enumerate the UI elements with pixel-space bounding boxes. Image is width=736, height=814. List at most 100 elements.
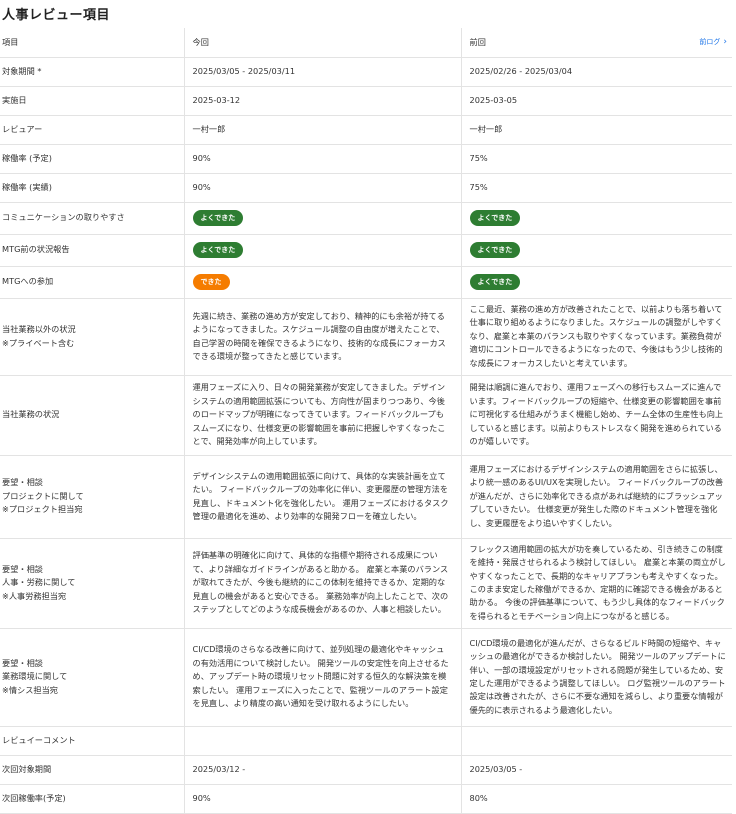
row-label: 当社業務以外の状況 ※プライベート含む [0, 298, 184, 376]
cell-text: 運用フェーズにおけるデザインシステムの適用範囲をさらに拡張し、より統一感のあるU… [469, 463, 724, 528]
row-label-line: 当社業務の状況 [2, 409, 60, 420]
row-label-line: ※情シス担当宛 [2, 684, 58, 695]
previous-value-cell: 開発は順調に進んでおり、運用フェーズへの移行もスムーズに進んでいます。フィードバ… [460, 375, 732, 456]
table-row: コミュニケーションの取りやすさ よくできた よくできた [0, 202, 732, 235]
table-row: レビュアー 一村一郎 一村一郎 [0, 115, 732, 145]
row-label-line: 当社業務以外の状況 [2, 324, 76, 335]
previous-value-cell: 一村一郎 [460, 115, 732, 145]
cell-text: デザインシステムの適用範囲拡張に向けて、具体的な実装計画を立てたい。 フィードバ… [192, 470, 449, 521]
cell-text: 90% [192, 152, 211, 163]
cell-text: 80% [469, 792, 488, 803]
review-table: 項目 今回 前回 前ログ › 対象期間 * 2025/03/05 - 2025/0… [0, 28, 732, 814]
current-value-cell: 2025/03/05 - 2025/03/11 [183, 57, 461, 87]
previous-log-label: 前ログ [699, 37, 721, 46]
table-row: 要望・相談 人事・労務に関して ※人事労務担当宛 評価基準の明確化に向けて、具体的な指… [0, 538, 732, 629]
previous-value-cell: 80% [460, 784, 732, 814]
row-label: 要望・相談 プロジェクトに関して ※プロジェクト担当宛 [0, 455, 184, 539]
cell-text: フレックス適用範囲の拡大が功を奏しているため、引き続きこの制度を維持・発展させら… [469, 543, 726, 621]
current-value-cell: 90% [183, 173, 461, 203]
current-value-cell: CI/CD環境のさらなる改善に向けて、並列処理の最適化やキャッシュの有効活用につ… [183, 628, 461, 727]
previous-value-cell: ここ最近、業務の進め方が改善されたことで、以前よりも落ち着いて仕事に取り組めるよ… [460, 298, 732, 376]
table-header-row: 項目 今回 前回 前ログ › [0, 28, 732, 58]
row-label-line: コミュニケーションの取りやすさ [2, 212, 125, 223]
cell-text: 運用フェーズに入り、日々の開発業務が安定してきました。デザインシステムの適用範囲… [192, 382, 446, 447]
rating-badge: よくできた [192, 242, 244, 258]
row-label-line: 要望・相談 [2, 657, 43, 668]
previous-value-cell: よくできた [460, 234, 732, 267]
previous-value-cell: 運用フェーズにおけるデザインシステムの適用範囲をさらに拡張し、より統一感のあるU… [460, 455, 732, 539]
rating-badge: よくできた [192, 210, 244, 226]
previous-value-cell: 75% [460, 173, 732, 203]
cell-text: 2025/03/12 - [192, 763, 246, 774]
cell-text: 75% [469, 152, 488, 163]
current-value-cell: 先週に続き、業務の進め方が安定しており、精神的にも余裕が持てるようになってきまし… [183, 298, 461, 376]
previous-value-cell: 2025-03-05 [460, 86, 732, 116]
previous-log-link[interactable]: 前ログ › [699, 36, 727, 49]
current-value-cell [183, 726, 461, 756]
row-label: 実施日 [0, 86, 184, 116]
row-label: 次回稼働率(予定) [0, 784, 184, 814]
cell-text: 一村一郎 [192, 123, 226, 134]
row-label-line: 要望・相談 [2, 477, 43, 488]
cell-text: 2025-03-05 [469, 94, 518, 105]
row-label-line: ※人事労務担当宛 [2, 590, 67, 601]
rating-badge: できた [192, 274, 230, 290]
table-row: 要望・相談 業務環境に関して ※情シス担当宛 CI/CD環境のさらなる改善に向けて、並… [0, 628, 732, 727]
chevron-right-icon: › [723, 36, 727, 47]
table-row: 次回対象期間 2025/03/12 - 2025/03/05 - [0, 755, 732, 785]
current-value-cell: 2025-03-12 [183, 86, 461, 116]
cell-text: 2025/03/05 - [469, 763, 523, 774]
row-label-line: MTGへの参加 [2, 276, 54, 287]
cell-text: 75% [469, 181, 488, 192]
previous-value-cell: よくできた [460, 202, 732, 235]
current-value-cell: デザインシステムの適用範囲拡張に向けて、具体的な実装計画を立てたい。 フィードバ… [183, 455, 461, 539]
current-value-cell: 2025/03/12 - [183, 755, 461, 785]
table-row: 稼働率 (実績) 90% 75% [0, 173, 732, 203]
header-current: 今回 [183, 28, 461, 58]
table-row: 当社業務以外の状況 ※プライベート含む 先週に続き、業務の進め方が安定しており、精神… [0, 298, 732, 376]
cell-text: 2025/03/05 - 2025/03/11 [192, 65, 296, 76]
previous-value-cell: CI/CD環境の最適化が進んだが、さらなるビルド時間の短縮や、キャッシュの最適化… [460, 628, 732, 727]
row-label-line: ※プロジェクト担当宛 [2, 504, 83, 515]
row-label: MTGへの参加 [0, 266, 184, 299]
previous-value-cell: 2025/03/05 - [460, 755, 732, 785]
table-row: MTG前の状況報告 よくできた よくできた [0, 234, 732, 267]
row-label-line: 人事・労務に関して [2, 577, 76, 588]
previous-value-cell [460, 726, 732, 756]
row-label: レビュアー [0, 115, 184, 145]
table-row: 要望・相談 プロジェクトに関して ※プロジェクト担当宛 デザインシステムの適用範囲拡張… [0, 455, 732, 539]
row-label: 当社業務の状況 [0, 375, 184, 456]
row-label: 要望・相談 人事・労務に関して ※人事労務担当宛 [0, 538, 184, 629]
current-value-cell: できた [183, 266, 461, 299]
row-label: コミュニケーションの取りやすさ [0, 202, 184, 235]
previous-value-cell: 75% [460, 144, 732, 174]
cell-text: 一村一郎 [469, 123, 503, 134]
cell-text: 90% [192, 792, 211, 803]
table-row: 対象期間 * 2025/03/05 - 2025/03/11 2025/02/26 … [0, 57, 732, 87]
current-value-cell: 運用フェーズに入り、日々の開発業務が安定してきました。デザインシステムの適用範囲… [183, 375, 461, 456]
row-label: 次回対象期間 [0, 755, 184, 785]
cell-text: 2025/02/26 - 2025/03/04 [469, 65, 573, 76]
row-label-line: 対象期間 * [2, 65, 42, 76]
row-label-line: MTG前の状況報告 [2, 244, 70, 255]
cell-text: 2025-03-12 [192, 94, 241, 105]
cell-text: CI/CD環境の最適化が進んだが、さらなるビルド時間の短縮や、キャッシュの最適化… [469, 637, 726, 715]
previous-value-cell: よくできた [460, 266, 732, 299]
row-label: MTG前の状況報告 [0, 234, 184, 267]
current-value-cell: 評価基準の明確化に向けて、具体的な指標や期待される成果について、より詳細なガイド… [183, 538, 461, 629]
row-label: 対象期間 * [0, 57, 184, 87]
cell-text: 90% [192, 181, 211, 192]
table-row: 実施日 2025-03-12 2025-03-05 [0, 86, 732, 116]
previous-value-cell: 2025/02/26 - 2025/03/04 [460, 57, 732, 87]
row-label-line: レビュアー [2, 123, 43, 134]
rating-badge: よくできた [469, 242, 521, 258]
header-previous: 前回 [469, 36, 486, 47]
row-label-line: 次回対象期間 [2, 763, 52, 774]
row-label-line: 稼働率 (予定) [2, 152, 52, 163]
current-value-cell: 90% [183, 784, 461, 814]
table-row: レビュイーコメント [0, 726, 732, 756]
rating-badge: よくできた [469, 210, 521, 226]
page-title: 人事レビュー項目 [2, 8, 111, 23]
row-label-line: ※プライベート含む [2, 337, 75, 348]
cell-text: 先週に続き、業務の進め方が安定しており、精神的にも余裕が持てるようになってきまし… [192, 310, 446, 361]
